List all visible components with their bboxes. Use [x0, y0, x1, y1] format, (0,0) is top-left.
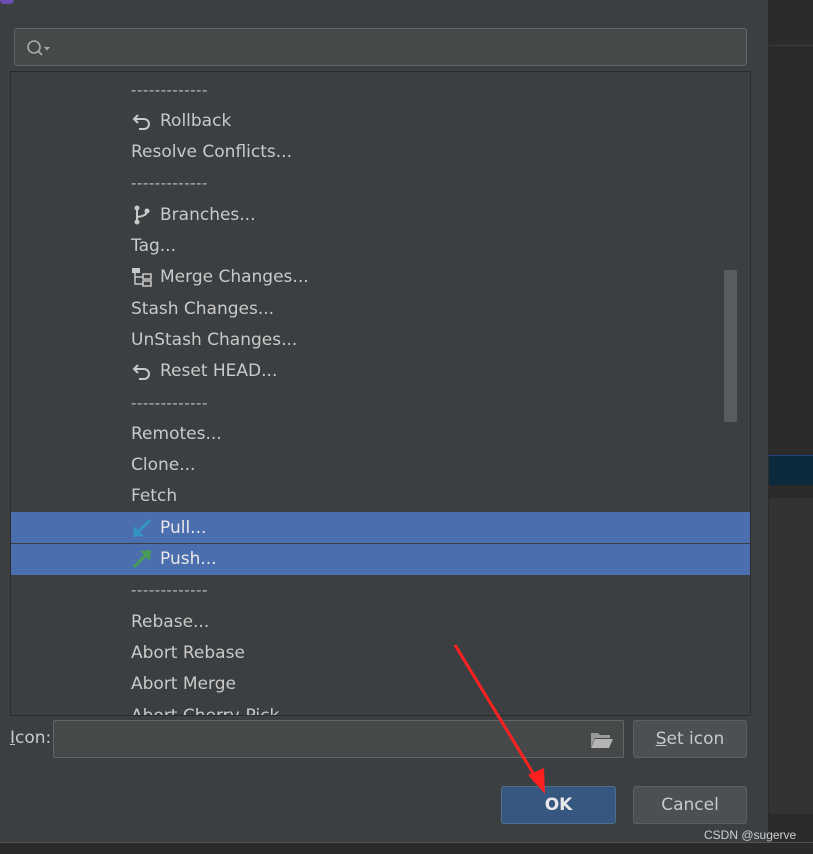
list-item-label: ------------- — [131, 393, 208, 412]
push-arrow-icon — [131, 548, 153, 570]
background-window — [769, 0, 813, 854]
icon-path-field[interactable] — [53, 720, 624, 758]
list-item-label: Merge Changes... — [160, 267, 309, 288]
background-divider — [769, 45, 813, 46]
list-separator[interactable]: ------------- — [11, 387, 750, 418]
rollback-icon — [131, 360, 153, 382]
list-item[interactable]: Rebase... — [11, 606, 750, 637]
list-item-label: Resolve Conflicts... — [131, 142, 292, 163]
watermark: CSDN @sugerve — [704, 828, 797, 842]
list-item-label: Stash Changes... — [131, 298, 275, 319]
list-separator[interactable]: ------------- — [11, 575, 750, 606]
rollback-icon — [131, 110, 153, 132]
bottom-strip — [0, 842, 813, 854]
icon-label: Icon: — [10, 728, 52, 748]
list-item[interactable]: Abort Merge — [11, 669, 750, 700]
action-list[interactable]: ------------- Rollback Resolve Conflicts..… — [10, 71, 751, 716]
branch-icon — [131, 204, 153, 226]
list-item[interactable]: Abort Cherry-Pick — [11, 700, 750, 716]
search-icon[interactable] — [25, 38, 51, 58]
list-item-label: Rollback — [160, 110, 232, 131]
list-item[interactable]: Branches... — [11, 199, 750, 230]
list-item[interactable]: Reset HEAD... — [11, 356, 750, 387]
list-item[interactable]: Pull... — [11, 512, 750, 544]
dialog-title-edge — [0, 0, 14, 4]
list-item-label: Abort Rebase — [131, 642, 245, 663]
list-item[interactable]: Rollback — [11, 105, 750, 136]
merge-icon — [131, 266, 153, 288]
list-item[interactable]: Resolve Conflicts... — [11, 137, 750, 168]
folder-icon[interactable] — [589, 730, 615, 750]
list-item[interactable]: Push... — [11, 543, 750, 575]
list-item-label: Clone... — [131, 455, 196, 476]
list-item-label: Abort Cherry-Pick — [131, 705, 280, 716]
list-separator[interactable]: ------------- — [11, 168, 750, 199]
list-item-label: Abort Merge — [131, 674, 236, 695]
list-item[interactable]: Abort Rebase — [11, 637, 750, 668]
list-item-label: UnStash Changes... — [131, 329, 298, 350]
list-item-label: ------------- — [131, 581, 208, 600]
list-item[interactable]: Merge Changes... — [11, 262, 750, 293]
list-item[interactable]: Remotes... — [11, 418, 750, 449]
cancel-button[interactable]: Cancel — [633, 786, 747, 824]
ok-button[interactable]: OK — [501, 786, 616, 824]
list-item-label: ------------- — [131, 174, 208, 193]
background-panel — [769, 498, 813, 814]
list-item-label: ------------- — [131, 80, 208, 99]
list-item-label: Branches... — [160, 204, 256, 225]
list-item-label: Reset HEAD... — [160, 361, 278, 382]
list-item[interactable]: UnStash Changes... — [11, 324, 750, 355]
list-item[interactable]: Tag... — [11, 231, 750, 262]
list-item-label: Rebase... — [131, 611, 210, 632]
list-item-label: Fetch — [131, 486, 178, 507]
list-item-label: Pull... — [160, 517, 207, 538]
list-item[interactable]: Stash Changes... — [11, 293, 750, 324]
list-item[interactable]: Clone... — [11, 450, 750, 481]
set-icon-button[interactable]: Set icon — [633, 720, 747, 758]
background-selection — [769, 455, 813, 485]
list-separator[interactable]: ------------- — [11, 74, 750, 105]
list-item[interactable]: Fetch — [11, 481, 750, 512]
list-item-label: Tag... — [131, 236, 176, 256]
list-scrollbar[interactable] — [724, 270, 737, 422]
pull-arrow-icon — [131, 517, 153, 539]
customize-menu-dialog: ------------- Rollback Resolve Conflicts..… — [0, 0, 769, 842]
search-field[interactable] — [14, 28, 747, 66]
list-item-label: Push... — [160, 549, 217, 569]
list-item-label: Remotes... — [131, 423, 222, 444]
